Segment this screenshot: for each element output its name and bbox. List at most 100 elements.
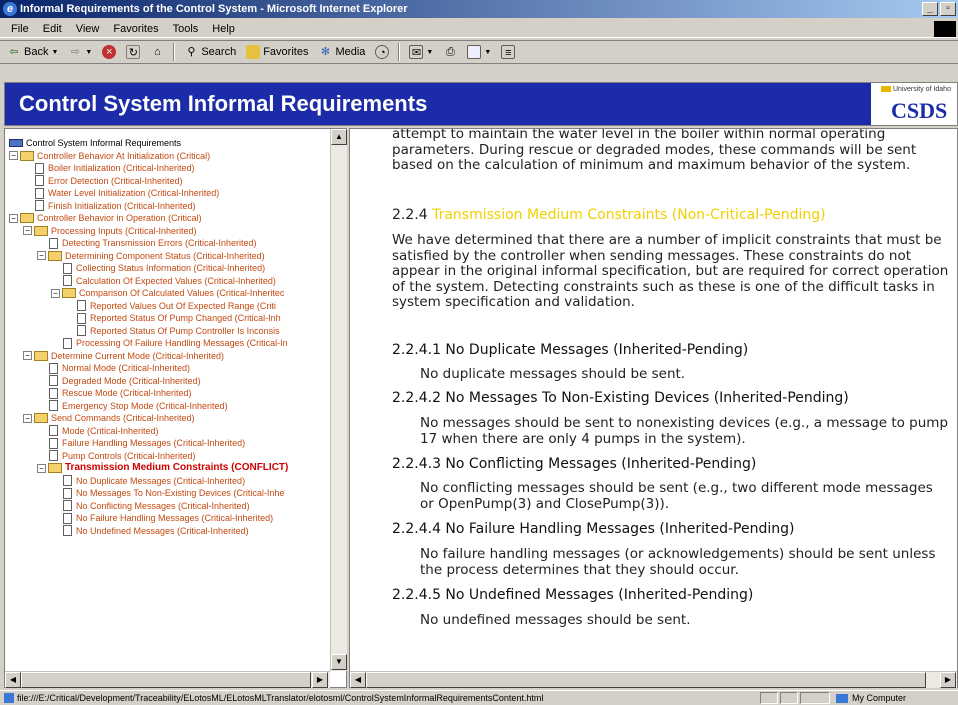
tree-node[interactable]: − Controller Behavior in Operation (Criti… <box>9 212 202 224</box>
back-button[interactable]: ⇦ Back ▼ <box>4 42 61 62</box>
collapse-toggle-icon[interactable]: − <box>37 251 46 260</box>
tree-node[interactable]: No Failure Handling Messages (Critical-I… <box>63 512 273 524</box>
tree-node-label[interactable]: No Conflicting Messages (Critical-Inheri… <box>76 500 250 512</box>
tree-node[interactable]: Calculation Of Expected Values (Critical… <box>63 275 276 287</box>
menu-tools[interactable]: Tools <box>166 20 206 37</box>
stop-button[interactable]: × <box>99 42 119 62</box>
scroll-thumb[interactable] <box>366 672 926 688</box>
scroll-right-button[interactable]: ▶ <box>312 672 328 688</box>
tree-node[interactable]: − Send Commands (Critical-Inherited) <box>23 412 195 424</box>
tree-node-label[interactable]: No Failure Handling Messages (Critical-I… <box>76 512 273 524</box>
tree-node-label[interactable]: Normal Mode (Critical-Inherited) <box>62 362 190 374</box>
tree-node-label[interactable]: Detecting Transmission Errors (Critical-… <box>62 237 257 249</box>
tree-node[interactable]: − Determine Current Mode (Critical-Inheri… <box>23 350 224 362</box>
menu-view[interactable]: View <box>69 20 107 37</box>
content-horizontal-scrollbar[interactable]: ◀ ▶ <box>350 671 957 688</box>
scroll-left-button[interactable]: ◀ <box>350 672 366 688</box>
tree-node[interactable]: Failure Handling Messages (Critical-Inhe… <box>49 437 245 449</box>
scroll-thumb[interactable] <box>21 672 311 688</box>
history-button[interactable]: ◔ <box>372 42 392 62</box>
tree-node[interactable]: Error Detection (Critical-Inherited) <box>35 175 183 187</box>
collapse-toggle-icon[interactable]: − <box>9 213 18 223</box>
tree-node[interactable]: Control System Informal Requirements <box>9 137 181 149</box>
tree-node-label[interactable]: Determining Component Status (Critical-I… <box>65 250 265 262</box>
tree-node[interactable]: − Comparison Of Calculated Values (Critic… <box>51 287 284 299</box>
tree-node-label[interactable]: Processing Of Failure Handling Messages … <box>76 337 288 349</box>
tree-node-label[interactable]: Collecting Status Information (Critical-… <box>76 262 265 274</box>
tree-node[interactable]: − Transmission Medium Constraints (CONFLI… <box>37 462 288 474</box>
collapse-toggle-icon[interactable]: − <box>51 288 60 298</box>
collapse-toggle-icon[interactable]: − <box>23 413 32 423</box>
tree-node[interactable]: Reported Values Out Of Expected Range (C… <box>77 300 276 312</box>
collapse-toggle-icon[interactable]: − <box>23 226 32 235</box>
tree-node[interactable]: − Controller Behavior At Initialization (… <box>9 150 210 162</box>
scroll-down-button[interactable]: ▼ <box>331 654 347 670</box>
tree-node-label[interactable]: No Messages To Non-Existing Devices (Cri… <box>76 487 284 499</box>
tree-node[interactable]: Finish Initialization (Critical-Inherite… <box>35 200 196 212</box>
home-button[interactable]: ⌂ <box>147 42 167 62</box>
print-button[interactable]: ⎙ <box>440 42 460 62</box>
tree-node-label[interactable]: No Duplicate Messages (Critical-Inherite… <box>76 475 245 487</box>
tree-node[interactable]: Boiler Initialization (Critical-Inherite… <box>35 162 195 174</box>
tree-node-label[interactable]: Controller Behavior At Initialization (C… <box>37 150 210 162</box>
menu-file[interactable]: File <box>4 20 36 37</box>
maximize-button[interactable]: ▫ <box>940 2 956 16</box>
tree-vertical-scrollbar[interactable]: ▲ ▼ <box>330 129 347 671</box>
tree-node-label[interactable]: Rescue Mode (Critical-Inherited) <box>62 387 192 399</box>
search-button[interactable]: ⚲ Search <box>181 42 239 62</box>
tree-node[interactable]: Mode (Critical-Inherited) <box>49 425 159 437</box>
forward-button[interactable]: ⇨ ▼ <box>65 42 95 62</box>
tree-node[interactable]: Normal Mode (Critical-Inherited) <box>49 362 190 374</box>
tree-node[interactable]: Detecting Transmission Errors (Critical-… <box>49 237 257 249</box>
tree-node[interactable]: Rescue Mode (Critical-Inherited) <box>49 387 192 399</box>
tree-node[interactable]: No Messages To Non-Existing Devices (Cri… <box>63 487 284 499</box>
mail-button[interactable]: ✉ ▼ <box>406 42 436 62</box>
tree-node-label[interactable]: Determine Current Mode (Critical-Inherit… <box>51 350 224 362</box>
tree-node-label[interactable]: Control System Informal Requirements <box>26 137 181 149</box>
collapse-toggle-icon[interactable]: − <box>23 351 32 360</box>
scroll-left-button[interactable]: ◀ <box>5 672 21 688</box>
favorites-button[interactable]: Favorites <box>243 42 311 62</box>
tree-node-label[interactable]: Calculation Of Expected Values (Critical… <box>76 275 276 287</box>
edit-button[interactable]: ▼ <box>464 42 494 62</box>
tree-node-label[interactable]: Processing Inputs (Critical-Inherited) <box>51 225 197 237</box>
tree-node[interactable]: No Conflicting Messages (Critical-Inheri… <box>63 500 250 512</box>
tree-node[interactable]: Processing Of Failure Handling Messages … <box>63 337 288 349</box>
tree-node[interactable]: Reported Status Of Pump Controller Is In… <box>77 325 280 337</box>
menu-help[interactable]: Help <box>205 20 242 37</box>
media-button[interactable]: ✻ Media <box>315 42 368 62</box>
minimize-button[interactable]: _ <box>922 2 938 16</box>
tree-node-label[interactable]: No Undefined Messages (Critical-Inherite… <box>76 525 249 537</box>
tree-node[interactable]: Water Level Initialization (Critical-Inh… <box>35 187 219 199</box>
tree-node[interactable]: − Processing Inputs (Critical-Inherited) <box>23 225 197 237</box>
tree-node-label[interactable]: Finish Initialization (Critical-Inherite… <box>48 200 196 212</box>
tree-node[interactable]: Degraded Mode (Critical-Inherited) <box>49 375 201 387</box>
collapse-toggle-icon[interactable]: − <box>9 151 18 160</box>
scroll-up-button[interactable]: ▲ <box>331 129 347 145</box>
tree-node[interactable]: − Determining Component Status (Critical-… <box>37 250 265 262</box>
collapse-toggle-icon[interactable]: − <box>37 463 46 473</box>
menu-favorites[interactable]: Favorites <box>106 20 165 37</box>
tree-node-label[interactable]: Reported Status Of Pump Controller Is In… <box>90 325 280 337</box>
tree-node-label[interactable]: Reported Values Out Of Expected Range (C… <box>90 300 276 312</box>
tree-node-label[interactable]: Failure Handling Messages (Critical-Inhe… <box>62 437 245 449</box>
tree-node-label[interactable]: Controller Behavior in Operation (Critic… <box>37 212 202 224</box>
tree-node-label[interactable]: Mode (Critical-Inherited) <box>62 425 159 437</box>
tree-node-label[interactable]: Reported Status Of Pump Changed (Critica… <box>90 312 281 324</box>
refresh-button[interactable]: ↻ <box>123 42 143 62</box>
tree-node[interactable]: No Undefined Messages (Critical-Inherite… <box>63 525 249 537</box>
tree-node-label[interactable]: Emergency Stop Mode (Critical-Inherited) <box>62 400 228 412</box>
tree-node-label[interactable]: Error Detection (Critical-Inherited) <box>48 175 183 187</box>
tree-node-label[interactable]: Water Level Initialization (Critical-Inh… <box>48 187 219 199</box>
tree-horizontal-scrollbar[interactable]: ◀ ▶ <box>5 671 330 688</box>
tree-node-label[interactable]: Send Commands (Critical-Inherited) <box>51 412 195 424</box>
menu-edit[interactable]: Edit <box>36 20 69 37</box>
tree-node-label[interactable]: Degraded Mode (Critical-Inherited) <box>62 375 201 387</box>
tree-node[interactable]: Emergency Stop Mode (Critical-Inherited) <box>49 400 228 412</box>
scroll-right-button[interactable]: ▶ <box>940 672 956 688</box>
tree-node[interactable]: Collecting Status Information (Critical-… <box>63 262 265 274</box>
tree-node[interactable]: Pump Controls (Critical-Inherited) <box>49 450 196 462</box>
tree-node-label[interactable]: Comparison Of Calculated Values (Critica… <box>79 287 284 299</box>
tree-node-label[interactable]: Transmission Medium Constraints (CONFLIC… <box>65 462 288 474</box>
discuss-button[interactable]: ≡ <box>498 42 518 62</box>
